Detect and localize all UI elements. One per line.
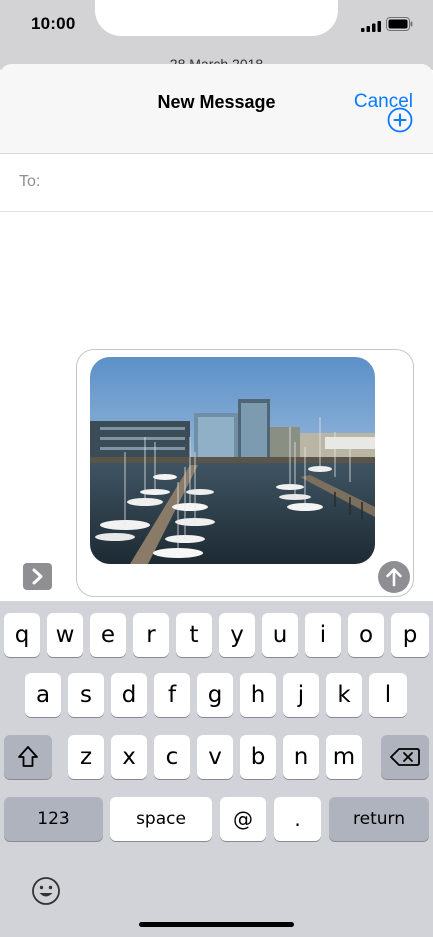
backspace-icon <box>390 748 420 766</box>
key-p[interactable]: p <box>391 613 429 657</box>
period-key[interactable]: . <box>274 797 321 841</box>
recipient-input[interactable] <box>52 166 372 200</box>
key-t[interactable]: t <box>176 613 212 657</box>
numbers-key[interactable]: 123 <box>4 797 103 841</box>
key-q[interactable]: q <box>4 613 40 657</box>
arrow-up-icon <box>386 568 402 587</box>
space-key[interactable]: space <box>110 797 212 841</box>
key-j[interactable]: j <box>283 673 319 717</box>
delete-key[interactable] <box>381 735 429 779</box>
shift-key[interactable] <box>4 735 52 779</box>
key-c[interactable]: c <box>154 735 190 779</box>
key-m[interactable]: m <box>326 735 362 779</box>
key-g[interactable]: g <box>197 673 233 717</box>
home-indicator[interactable] <box>139 922 294 927</box>
key-k[interactable]: k <box>326 673 362 717</box>
send-button[interactable] <box>378 561 410 593</box>
keyboard: q w e r t y u i o p a s d f g h j k l z … <box>0 601 433 937</box>
key-e[interactable]: e <box>90 613 126 657</box>
notch <box>95 0 338 36</box>
key-x[interactable]: x <box>111 735 147 779</box>
key-l[interactable]: l <box>369 673 407 717</box>
key-u[interactable]: u <box>262 613 298 657</box>
chevron-right-icon <box>32 568 43 585</box>
at-key[interactable]: @ <box>220 797 266 841</box>
key-o[interactable]: o <box>348 613 384 657</box>
attached-photo[interactable] <box>90 357 375 564</box>
key-f[interactable]: f <box>154 673 190 717</box>
key-z[interactable]: z <box>68 735 104 779</box>
battery-icon <box>386 17 413 31</box>
shift-icon <box>18 746 38 767</box>
key-n[interactable]: n <box>283 735 319 779</box>
key-r[interactable]: r <box>133 613 169 657</box>
key-y[interactable]: y <box>219 613 255 657</box>
recipient-row: To: <box>0 154 433 212</box>
signal-icon <box>361 21 381 32</box>
key-h[interactable]: h <box>240 673 276 717</box>
key-i[interactable]: i <box>305 613 341 657</box>
phone-screen: 28 March 2018 10:00 New Message Cancel T… <box>0 0 433 937</box>
key-w[interactable]: w <box>47 613 83 657</box>
expand-button[interactable] <box>23 563 52 590</box>
status-bar: 28 March 2018 10:00 <box>0 0 433 72</box>
recipient-label: To: <box>19 173 41 190</box>
key-b[interactable]: b <box>240 735 276 779</box>
navigation-bar: New Message Cancel <box>0 64 433 154</box>
key-d[interactable]: d <box>111 673 147 717</box>
key-s[interactable]: s <box>68 673 104 717</box>
status-time: 10:00 <box>31 14 76 33</box>
key-a[interactable]: a <box>25 673 61 717</box>
return-key[interactable]: return <box>329 797 429 841</box>
smiley-icon[interactable] <box>30 875 62 907</box>
plus-circle-icon[interactable] <box>387 107 413 133</box>
key-v[interactable]: v <box>197 735 233 779</box>
